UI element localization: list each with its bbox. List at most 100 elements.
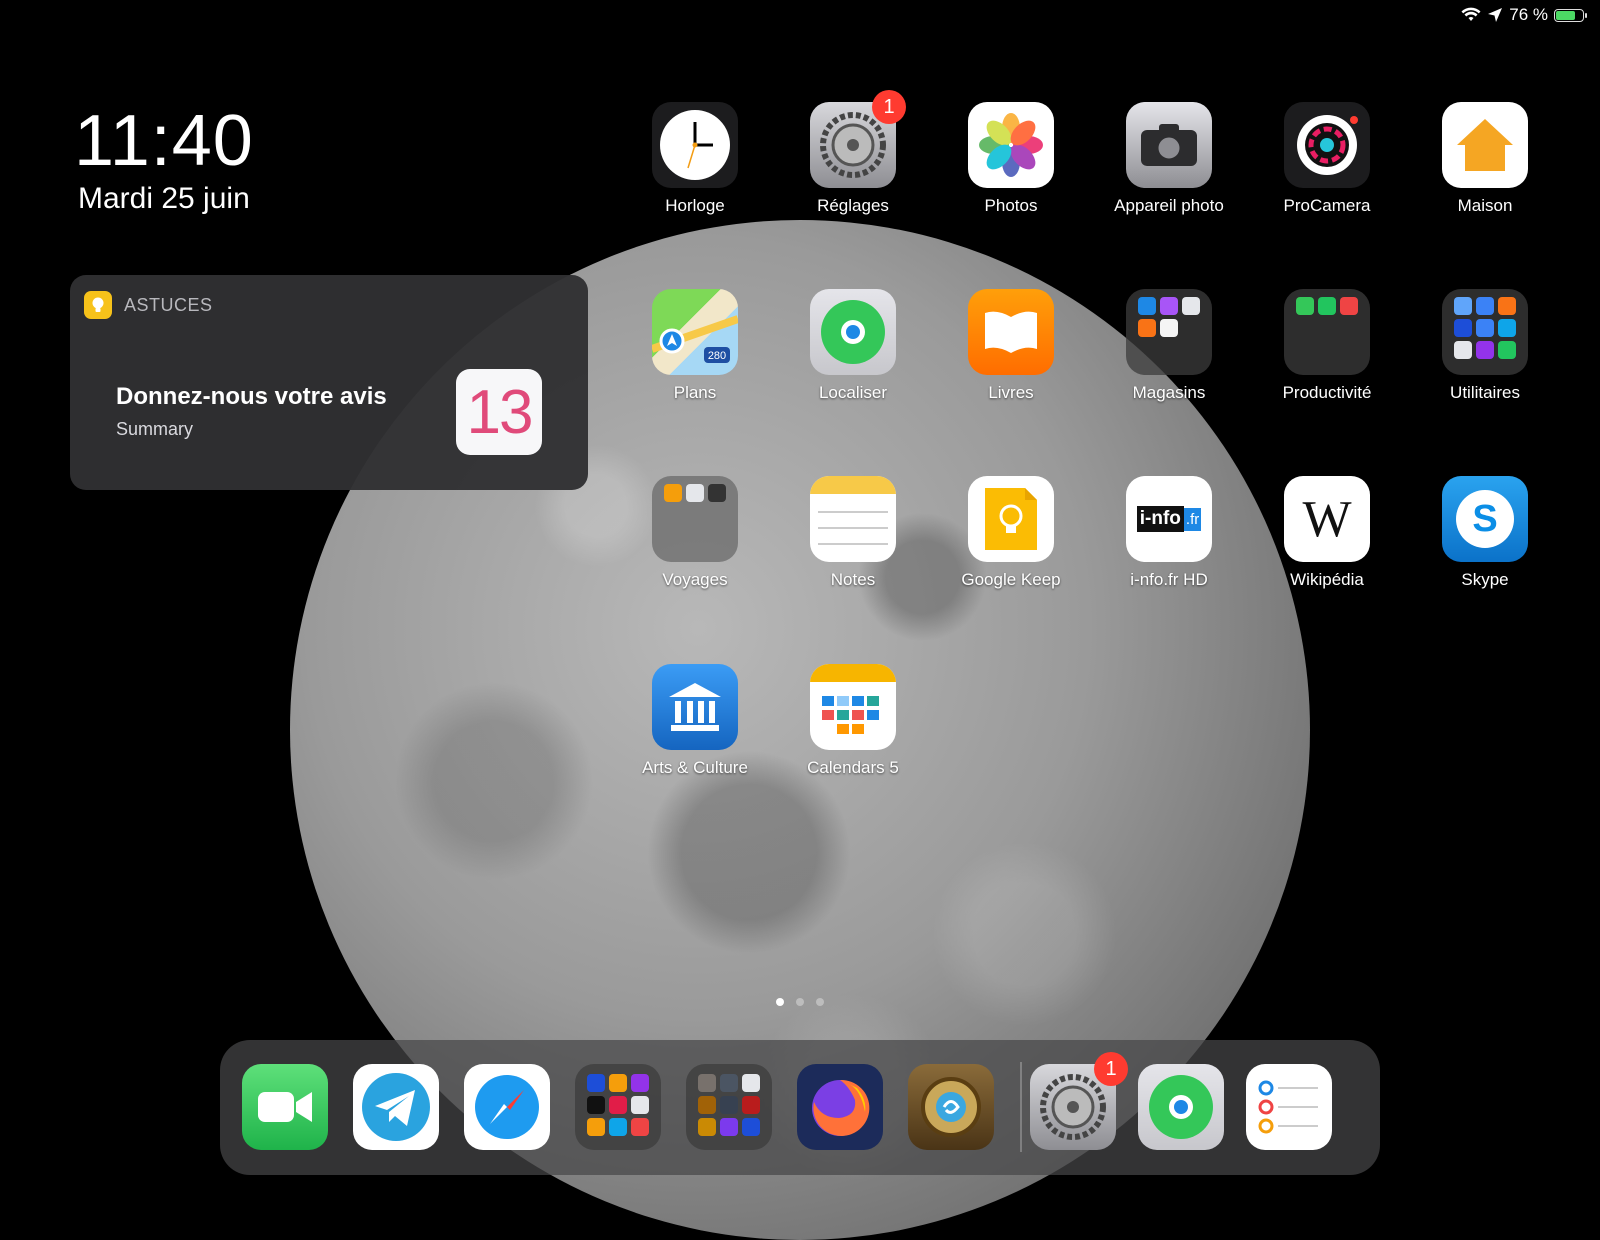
app-label: Plans — [673, 383, 717, 402]
app-maison[interactable]: Maison — [1410, 102, 1560, 216]
hearthstone-icon — [908, 1064, 994, 1150]
app-label: Maison — [1457, 196, 1513, 215]
wiki-logo-letter: W — [1302, 490, 1352, 548]
widget-title: Donnez-nous votre avis — [116, 383, 387, 410]
firefox-icon — [797, 1064, 883, 1150]
dock-app-reglages[interactable]: 1 — [1030, 1052, 1128, 1150]
highway-shield-text: 280 — [708, 350, 726, 362]
app-label: Productivité — [1282, 383, 1372, 402]
folder-icon — [652, 476, 738, 562]
app-label: Localiser — [818, 383, 888, 402]
museum-icon — [652, 664, 738, 750]
dock-app-safari[interactable] — [464, 1064, 550, 1150]
dock-app-localiser[interactable] — [1138, 1064, 1224, 1150]
house-icon — [1442, 102, 1528, 188]
page-indicator[interactable] — [0, 998, 1600, 1006]
page-dot — [796, 998, 804, 1006]
widget-subtitle: Summary — [116, 419, 194, 439]
wikipedia-w-icon: W — [1284, 476, 1370, 562]
dock-folder-1[interactable] — [575, 1064, 661, 1150]
app-label: Réglages — [817, 196, 889, 215]
wifi-icon — [1461, 7, 1481, 21]
photos-flower-icon — [968, 102, 1054, 188]
dock: 1 — [220, 1040, 1380, 1175]
paper-plane-icon — [353, 1064, 439, 1150]
folder-icon — [1442, 289, 1528, 375]
app-label: Wikipédia — [1290, 570, 1364, 589]
dock-app-telegram[interactable] — [353, 1064, 439, 1150]
folder-icon — [1284, 289, 1370, 375]
app-google-keep[interactable]: Google Keep — [936, 476, 1086, 590]
clock-icon — [652, 102, 738, 188]
app-appareil-photo[interactable]: Appareil photo — [1094, 102, 1244, 216]
app-label: i-nfo.fr HD — [1130, 570, 1208, 589]
app-label: Skype — [1461, 570, 1509, 589]
location-arrow-icon — [1488, 8, 1503, 22]
app-arts-culture[interactable]: Arts & Culture — [620, 664, 770, 778]
video-camera-icon — [242, 1064, 328, 1150]
skype-icon: S — [1442, 476, 1528, 562]
widget-header: ASTUCES — [84, 291, 213, 319]
app-label: Notes — [830, 570, 876, 589]
clock-date: Mardi 25 juin — [78, 182, 250, 215]
reminders-icon — [1246, 1064, 1332, 1150]
skype-logo-letter: S — [1472, 497, 1498, 540]
app-label: Livres — [988, 383, 1034, 402]
page-dot — [776, 998, 784, 1006]
app-procamera[interactable]: ProCamera — [1252, 102, 1402, 216]
keep-lightbulb-icon — [968, 476, 1054, 562]
app-skype[interactable]: S Skype — [1410, 476, 1560, 590]
app-label: Appareil photo — [1114, 196, 1224, 215]
dock-app-facetime[interactable] — [242, 1064, 328, 1150]
info-logo-text: i-nfo — [1136, 506, 1184, 532]
app-wikipedia[interactable]: W Wikipédia — [1252, 476, 1402, 590]
ios13-image: 13 — [456, 369, 542, 455]
app-notes[interactable]: Notes — [778, 476, 928, 590]
app-label: Arts & Culture — [642, 758, 748, 777]
app-label: Horloge — [665, 196, 725, 215]
calendar-grid-icon — [810, 664, 896, 750]
app-label: Calendars 5 — [807, 758, 899, 777]
dock-app-hearthstone[interactable] — [908, 1064, 994, 1150]
app-calendars-5[interactable]: Calendars 5 — [778, 664, 928, 778]
battery-icon — [1554, 8, 1587, 22]
app-localiser[interactable]: Localiser — [778, 289, 928, 403]
info-logo-fr: .fr — [1183, 507, 1202, 531]
dock-app-rappels[interactable] — [1246, 1064, 1332, 1150]
folder-utilitaires[interactable]: Utilitaires — [1410, 289, 1560, 403]
ios13-number: 13 — [466, 377, 534, 447]
app-info-fr[interactable]: i-nfo .fr i-nfo.fr HD — [1094, 476, 1244, 590]
compass-icon — [464, 1064, 550, 1150]
camera-icon — [1126, 102, 1212, 188]
app-plans[interactable]: 280 Plans — [620, 289, 770, 403]
maps-icon: 280 — [652, 289, 738, 375]
dock-app-firefox[interactable] — [797, 1064, 883, 1150]
app-photos[interactable]: Photos — [936, 102, 1086, 216]
find-my-icon — [810, 289, 896, 375]
folder-magasins[interactable]: Magasins — [1094, 289, 1244, 403]
battery-percentage: 76 % — [1509, 5, 1548, 24]
notification-badge: 1 — [872, 90, 906, 124]
dock-divider — [1020, 1062, 1022, 1152]
app-label: Utilitaires — [1450, 383, 1520, 402]
dock-folder-2[interactable] — [686, 1064, 772, 1150]
lightbulb-icon — [84, 291, 112, 319]
notes-icon — [810, 476, 896, 562]
battery-level — [1556, 10, 1576, 20]
folder-voyages[interactable]: Voyages — [620, 476, 770, 590]
app-horloge[interactable]: Horloge — [620, 102, 770, 216]
app-livres[interactable]: Livres — [936, 289, 1086, 403]
app-label: Photos — [984, 196, 1038, 215]
find-my-icon — [1138, 1064, 1224, 1150]
app-reglages[interactable]: 1 Réglages — [778, 90, 928, 216]
folder-icon — [686, 1064, 772, 1150]
clock-time: 11:40 — [74, 101, 254, 181]
app-label: Magasins — [1132, 383, 1206, 402]
folder-productivite[interactable]: Productivité — [1252, 289, 1402, 403]
app-label: Google Keep — [961, 570, 1061, 589]
app-label: ProCamera — [1283, 196, 1371, 215]
info-logo-icon: i-nfo .fr — [1126, 476, 1212, 562]
folder-icon — [575, 1064, 661, 1150]
status-bar: 76 % — [1461, 4, 1587, 26]
tips-widget[interactable]: ASTUCES Donnez-nous votre avis Summary 1… — [70, 275, 588, 490]
